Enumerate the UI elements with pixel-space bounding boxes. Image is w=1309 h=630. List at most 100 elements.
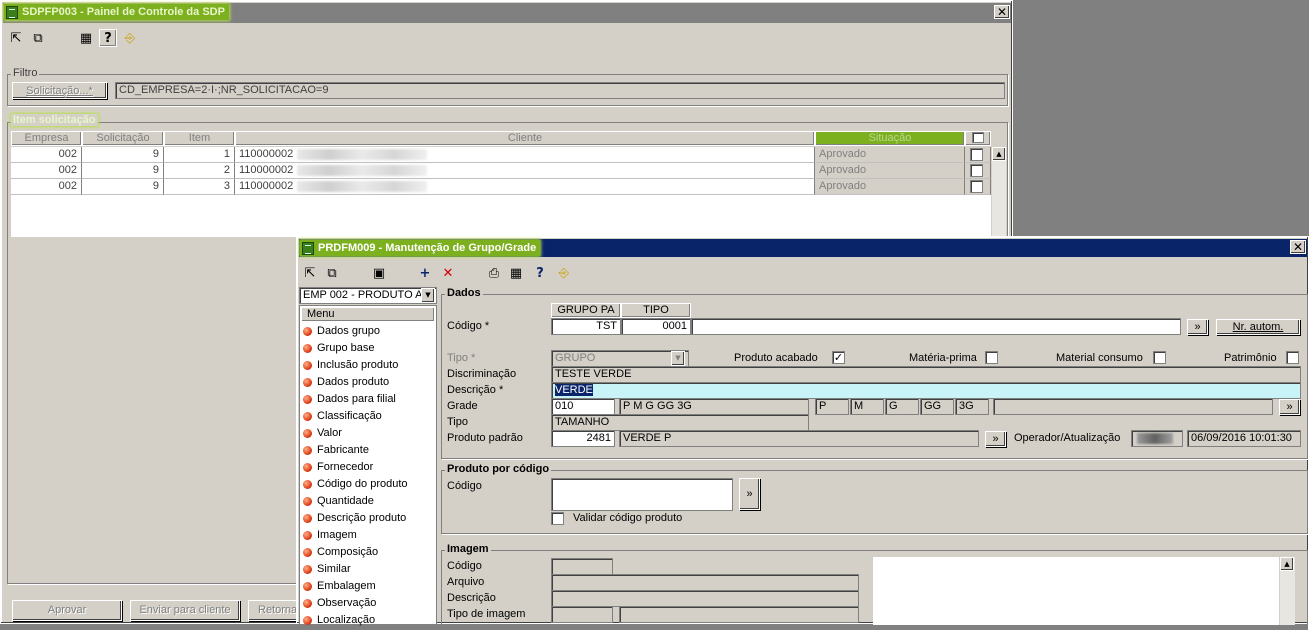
imagem-descricao-field xyxy=(551,590,859,607)
arrow-icon[interactable]: ⇱ xyxy=(301,264,319,282)
validar-codigo-checkbox[interactable] xyxy=(551,512,564,525)
delete-icon[interactable]: ✕ xyxy=(439,264,457,282)
solicitacao-button[interactable]: Solicitação...* xyxy=(12,82,107,99)
chevron-down-icon[interactable]: ▼ xyxy=(421,288,435,303)
chevron-down-icon[interactable]: ▼ xyxy=(671,351,685,366)
menu-item[interactable]: Grupo base xyxy=(303,340,374,357)
menu-item[interactable]: Dados grupo xyxy=(303,323,380,340)
tipo-select[interactable]: GRUPO ▼ xyxy=(551,350,689,367)
materia-prima-checkbox[interactable] xyxy=(985,351,998,364)
window-icon[interactable]: ⧉ xyxy=(323,264,341,282)
company-select[interactable]: EMP 002 - PRODUTO AC ▼ xyxy=(299,287,437,304)
col-item[interactable]: Item xyxy=(164,131,235,146)
menu-item-label: Composição xyxy=(317,546,379,558)
exit-door-icon[interactable]: ⎆ xyxy=(121,29,139,47)
codigo-extra-field[interactable] xyxy=(691,318,1181,335)
produto-padrao-desc-field: VERDE P xyxy=(619,430,979,447)
codigo-label: Código * xyxy=(447,320,490,332)
image-scrollbar[interactable]: ▲ xyxy=(1279,557,1295,625)
cell-select xyxy=(965,147,991,163)
bullet-icon xyxy=(303,497,312,506)
menu-item-label: Localização xyxy=(317,614,376,626)
scroll-up-button[interactable]: ▲ xyxy=(1280,557,1294,571)
help-icon[interactable]: ? xyxy=(531,264,549,282)
cell-situacao: Aprovado xyxy=(815,179,965,195)
operador-date-field: 06/09/2016 10:01:30 xyxy=(1187,430,1301,447)
row-checkbox[interactable] xyxy=(970,164,983,177)
sdp-title-bar[interactable]: SDPFP003 - Painel de Controle da SDP ✕ xyxy=(3,3,1011,23)
col-situacao[interactable]: Situação xyxy=(815,131,965,146)
produto-codigo-more-button[interactable]: » xyxy=(739,478,760,510)
menu-item[interactable]: Valor xyxy=(303,425,342,442)
bullet-icon xyxy=(303,395,312,404)
cell-cliente: 110000002 xyxy=(235,147,815,163)
grade-code-field[interactable]: 010 xyxy=(551,398,615,415)
close-button[interactable]: ✕ xyxy=(994,5,1010,19)
row-checkbox[interactable] xyxy=(970,180,983,193)
col-solicitacao[interactable]: Solicitação xyxy=(82,131,164,146)
help-icon[interactable]: ? xyxy=(99,29,117,47)
col-select[interactable] xyxy=(965,131,991,146)
menu-item[interactable]: Fabricante xyxy=(303,442,369,459)
print-icon[interactable]: ⎙ xyxy=(485,264,503,282)
add-icon[interactable]: + xyxy=(416,264,434,282)
close-button[interactable]: ✕ xyxy=(1290,240,1306,254)
save-icon[interactable]: ▣ xyxy=(370,264,388,282)
menu-item[interactable]: Embalagem xyxy=(303,578,376,595)
window-icon[interactable]: ⧉ xyxy=(29,29,47,47)
calendar-icon[interactable]: ▦ xyxy=(507,264,525,282)
exit-door-icon[interactable]: ⎆ xyxy=(555,264,573,282)
more-button[interactable]: » xyxy=(1187,319,1208,335)
menu-item[interactable]: Dados produto xyxy=(303,374,389,391)
grade-title-bar[interactable]: PRDFM009 - Manutenção de Grupo/Grade ✕ xyxy=(299,239,1307,257)
bullet-icon xyxy=(303,599,312,608)
menu-item-label: Dados produto xyxy=(317,376,390,388)
descricao-field[interactable]: VERDE xyxy=(551,382,1301,399)
produto-padrao-code-field[interactable]: 2481 xyxy=(551,430,615,447)
material-consumo-checkbox[interactable] xyxy=(1153,351,1166,364)
approve-button[interactable]: Aprovar xyxy=(12,600,122,621)
imagem-tipo-desc-field xyxy=(619,606,859,623)
cell-solicitacao: 9 xyxy=(82,163,164,179)
produto-more-button[interactable]: » xyxy=(985,431,1006,447)
table-empty-area xyxy=(11,195,991,237)
menu-item[interactable]: Composição xyxy=(303,544,378,561)
codigo-grupo-field[interactable]: TST xyxy=(551,318,621,335)
produto-acabado-checkbox[interactable]: ✓ xyxy=(832,351,845,364)
app-icon xyxy=(302,241,314,255)
menu-item[interactable]: Dados para filial xyxy=(303,391,396,408)
nr-autom-button[interactable]: Nr. autom. xyxy=(1216,319,1300,335)
calendar-icon[interactable]: ▦ xyxy=(77,29,95,47)
scroll-up-button[interactable]: ▲ xyxy=(992,147,1006,161)
menu-item[interactable]: Inclusão produto xyxy=(303,357,398,374)
filter-value-field[interactable]: CD_EMPRESA=2·I·;NR_SOLICITACAO=9 xyxy=(115,82,1005,99)
grade-more-button[interactable]: » xyxy=(1279,399,1300,415)
menu-item-label: Similar xyxy=(317,563,351,575)
menu-item-label: Observação xyxy=(317,597,377,609)
menu-item[interactable]: Classificação xyxy=(303,408,382,425)
imagem-arquivo-field xyxy=(551,574,859,591)
produto-codigo-field[interactable] xyxy=(551,478,733,511)
menu-item[interactable]: Quantidade xyxy=(303,493,374,510)
menu-item[interactable]: Imagem xyxy=(303,527,357,544)
menu-item-label: Embalagem xyxy=(317,580,376,592)
patrimonio-checkbox[interactable] xyxy=(1286,351,1299,364)
col-cliente[interactable]: Cliente xyxy=(235,131,815,146)
menu-item[interactable]: Localização xyxy=(303,612,375,629)
tipo2-label: Tipo xyxy=(447,416,468,428)
menu-item[interactable]: Código do produto xyxy=(303,476,408,493)
codigo-tipo-field[interactable]: 0001 xyxy=(621,318,691,335)
discriminacao-field[interactable]: TESTE VERDE xyxy=(551,366,1301,383)
bullet-icon xyxy=(303,361,312,370)
col-empresa[interactable]: Empresa xyxy=(11,131,82,146)
row-checkbox[interactable] xyxy=(970,148,983,161)
select-all-checkbox[interactable] xyxy=(972,132,984,143)
arrow-icon[interactable]: ⇱ xyxy=(7,29,25,47)
table-scrollbar[interactable]: ▲ xyxy=(991,147,1006,237)
menu-item[interactable]: Fornecedor xyxy=(303,459,373,476)
send-to-client-button[interactable]: Enviar para cliente xyxy=(130,600,240,621)
redacted-name xyxy=(297,164,428,176)
menu-item[interactable]: Similar xyxy=(303,561,351,578)
menu-item[interactable]: Observação xyxy=(303,595,376,612)
menu-item[interactable]: Descrição produto xyxy=(303,510,406,527)
